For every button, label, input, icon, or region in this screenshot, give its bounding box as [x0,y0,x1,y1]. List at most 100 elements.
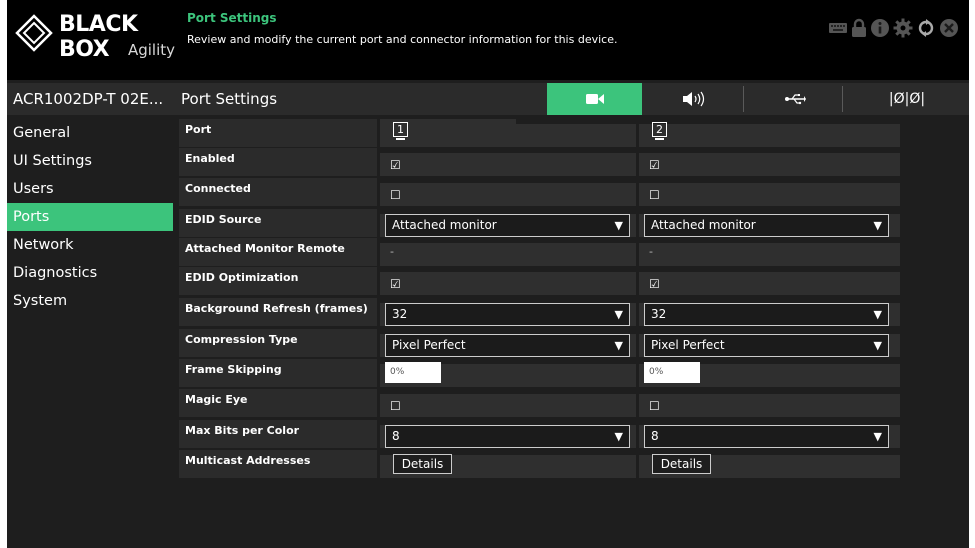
tab-divider [743,86,744,112]
port-number: 2 [652,122,667,137]
settings-icon[interactable] [893,18,913,38]
speaker-icon [682,91,704,107]
attached-monitor-remote-cell: - [380,243,636,266]
max-bits-select[interactable]: 8 ▼ [644,425,889,448]
select-value: 8 [651,429,659,443]
background-refresh-select[interactable]: 32 ▼ [385,303,630,326]
dropdown-arrow-icon: ▼ [614,219,623,232]
refresh-icon[interactable] [916,18,936,38]
row-label-edid-source: EDID Source [179,209,377,237]
header: BLACK BOX Agility Port Settings Review a… [7,0,969,80]
lock-icon[interactable] [851,18,867,38]
edid-source-select[interactable]: Attached monitor ▼ [385,214,630,237]
port-number: 1 [393,122,408,137]
enabled-checkbox[interactable]: ☑ [390,159,401,171]
row-label-max-bits-per-color: Max Bits per Color [179,420,377,448]
details-button[interactable]: Details [393,454,452,474]
tab-video[interactable] [547,83,642,115]
table-row: Attached Monitor Remote - - [7,238,969,266]
max-bits-select[interactable]: 8 ▼ [385,425,630,448]
table-row: Compression Type Pixel Perfect ▼ Pixel P… [7,329,969,357]
frame-skipping-input[interactable]: 0% [644,362,700,383]
background-refresh-select[interactable]: 32 ▼ [644,303,889,326]
keyboard-icon[interactable] [828,21,848,35]
dropdown-arrow-icon: ▼ [873,430,882,443]
table-row: Magic Eye ☐ ☐ [7,389,969,417]
table-row: EDID Optimization ☑ ☑ [7,267,969,295]
monitor-stand [655,138,664,140]
edid-source-cell: Attached monitor ▼ [380,214,636,237]
close-icon[interactable] [939,18,959,38]
attached-monitor-remote-value: - [649,245,653,258]
attached-monitor-remote-value: - [390,245,394,258]
dropdown-arrow-icon: ▼ [614,339,623,352]
row-label-edid-optimization: EDID Optimization [179,267,377,295]
black-box-logo-icon [15,14,53,52]
port-cell: 2 [639,122,900,147]
background-refresh-cell: 32 ▼ [639,303,900,326]
multicast-cell: Details [639,454,900,478]
monitor-port-icon: 2 [652,122,669,141]
dropdown-arrow-icon: ▼ [614,308,623,321]
connected-checkbox[interactable]: ☐ [390,189,401,201]
enabled-cell: ☑ [380,153,636,176]
multicast-cell: Details [380,454,636,478]
select-value: 32 [392,307,408,321]
monitor-stand [396,138,405,140]
dropdown-arrow-icon: ▼ [614,430,623,443]
row-label-magic-eye: Magic Eye [179,389,377,417]
select-value: Pixel Perfect [392,338,466,352]
port-cell: 1 [380,122,636,147]
magic-eye-cell: ☐ [639,394,900,417]
table-row: Background Refresh (frames) 32 ▼ 32 ▼ [7,298,969,326]
tab-audio[interactable] [647,83,742,115]
info-icon[interactable] [870,18,890,38]
dropdown-arrow-icon: ▼ [873,339,882,352]
connected-checkbox[interactable]: ☐ [649,189,660,201]
details-button[interactable]: Details [652,454,711,474]
app-window: BLACK BOX Agility Port Settings Review a… [7,0,969,548]
table-row: EDID Source Attached monitor ▼ Attached … [7,209,969,237]
product-name: Agility [127,41,175,59]
video-camera-icon [585,94,604,104]
magic-eye-checkbox[interactable]: ☐ [649,400,660,412]
select-value: Pixel Perfect [651,338,725,352]
row-label-connected: Connected [179,178,377,206]
tab-usb[interactable] [747,83,842,115]
edid-optimization-checkbox[interactable]: ☑ [649,278,660,290]
frame-skipping-input[interactable]: 0% [385,362,441,383]
frame-skipping-cell: 0% [380,362,636,387]
usb-icon [784,94,806,105]
magic-eye-cell: ☐ [380,394,636,417]
toolbar-icons [828,18,959,38]
enabled-checkbox[interactable]: ☑ [649,159,660,171]
edid-optimization-checkbox[interactable]: ☑ [390,278,401,290]
edid-source-select[interactable]: Attached monitor ▼ [644,214,889,237]
section-title: Port Settings [181,90,278,108]
max-bits-cell: 8 ▼ [380,425,636,448]
tab-divider [842,86,843,112]
device-name: ACR1002DP-T 02E... [7,83,173,115]
max-bits-cell: 8 ▼ [639,425,900,448]
row-label-port: Port [179,119,377,147]
dropdown-arrow-icon: ▼ [873,308,882,321]
compression-type-select[interactable]: Pixel Perfect ▼ [644,334,889,357]
page-description: Review and modify the current port and c… [187,33,618,46]
edid-optimization-cell: ☑ [639,272,900,295]
row-label-background-refresh: Background Refresh (frames) [179,298,377,326]
table-row: Enabled ☑ ☑ [7,148,969,176]
serial-icon: |Ø|Ø| [888,91,926,107]
magic-eye-checkbox[interactable]: ☐ [390,400,401,412]
tab-serial[interactable]: |Ø|Ø| [847,83,967,115]
frame-skipping-cell: 0% [639,362,900,387]
attached-monitor-remote-cell: - [639,243,900,266]
connected-cell: ☐ [380,183,636,206]
compression-type-select[interactable]: Pixel Perfect ▼ [385,334,630,357]
row-label-frame-skipping: Frame Skipping [179,359,377,387]
select-value: Attached monitor [392,218,497,232]
compression-type-cell: Pixel Perfect ▼ [380,334,636,357]
select-value: 32 [651,307,667,321]
row-label-multicast-addresses: Multicast Addresses [179,450,377,478]
monitor-port-icon: 1 [393,122,410,141]
page-title: Port Settings [187,11,277,25]
